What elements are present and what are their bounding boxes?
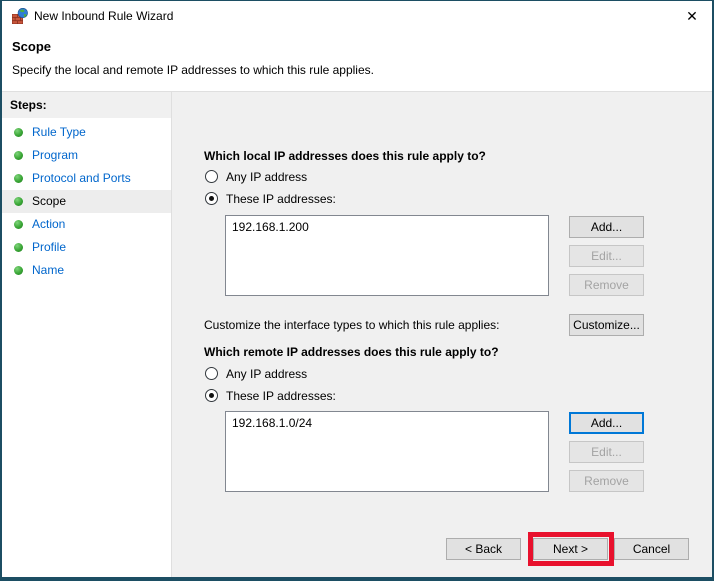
- step-status-icon: [14, 151, 23, 160]
- sidebar-item-label: Action: [32, 217, 65, 231]
- local-remove-button: Remove: [569, 274, 644, 296]
- sidebar-item-scope[interactable]: Scope: [2, 190, 171, 213]
- remote-any-ip-radio[interactable]: Any IP address: [205, 367, 307, 383]
- sidebar-item-protocol-and-ports[interactable]: Protocol and Ports: [2, 167, 171, 190]
- remote-these-ip-label: These IP addresses:: [226, 389, 336, 403]
- sidebar-item-label: Rule Type: [32, 125, 86, 139]
- sidebar-item-label: Name: [32, 263, 64, 277]
- step-status-icon: [14, 128, 23, 137]
- sidebar-item-label: Scope: [32, 194, 66, 208]
- steps-sidebar: Steps: Rule Type Program Protocol and Po…: [2, 92, 172, 577]
- radio-icon[interactable]: [205, 367, 218, 380]
- local-ip-list-item[interactable]: 192.168.1.200: [232, 219, 542, 235]
- radio-icon[interactable]: [205, 170, 218, 183]
- sidebar-item-rule-type[interactable]: Rule Type: [2, 121, 171, 144]
- page-description: Specify the local and remote IP addresse…: [12, 63, 374, 77]
- local-add-button[interactable]: Add...: [569, 216, 644, 238]
- titlebar: New Inbound Rule Wizard ✕: [2, 1, 712, 31]
- step-status-icon: [14, 174, 23, 183]
- sidebar-item-label: Profile: [32, 240, 66, 254]
- next-button[interactable]: Next >: [533, 538, 608, 560]
- steps-heading: Steps:: [2, 92, 171, 118]
- step-status-icon: [14, 243, 23, 252]
- sidebar-item-label: Program: [32, 148, 78, 162]
- page-title: Scope: [12, 39, 51, 54]
- sidebar-item-label: Protocol and Ports: [32, 171, 131, 185]
- close-icon[interactable]: ✕: [680, 5, 704, 27]
- local-ip-question: Which local IP addresses does this rule …: [204, 149, 486, 163]
- remote-remove-button: Remove: [569, 470, 644, 492]
- remote-these-ip-radio[interactable]: These IP addresses:: [205, 389, 336, 405]
- local-these-ip-radio[interactable]: These IP addresses:: [205, 192, 336, 208]
- local-any-ip-radio[interactable]: Any IP address: [205, 170, 307, 186]
- back-button[interactable]: < Back: [446, 538, 521, 560]
- remote-any-ip-label: Any IP address: [226, 367, 307, 381]
- customize-button[interactable]: Customize...: [569, 314, 644, 336]
- remote-ip-listbox[interactable]: 192.168.1.0/24: [225, 411, 549, 492]
- remote-ip-list-item[interactable]: 192.168.1.0/24: [232, 415, 542, 431]
- wizard-header: Scope Specify the local and remote IP ad…: [2, 31, 712, 92]
- sidebar-item-program[interactable]: Program: [2, 144, 171, 167]
- step-status-icon: [14, 197, 23, 206]
- local-ip-listbox[interactable]: 192.168.1.200: [225, 215, 549, 296]
- remote-edit-button: Edit...: [569, 441, 644, 463]
- wizard-window: New Inbound Rule Wizard ✕ Scope Specify …: [0, 0, 714, 581]
- local-edit-button: Edit...: [569, 245, 644, 267]
- cancel-button[interactable]: Cancel: [614, 538, 689, 560]
- radio-checked-icon[interactable]: [205, 192, 218, 205]
- main-panel: Which local IP addresses does this rule …: [172, 92, 712, 577]
- sidebar-item-action[interactable]: Action: [2, 213, 171, 236]
- local-these-ip-label: These IP addresses:: [226, 192, 336, 206]
- local-any-ip-label: Any IP address: [226, 170, 307, 184]
- step-status-icon: [14, 266, 23, 275]
- remote-ip-question: Which remote IP addresses does this rule…: [204, 345, 499, 359]
- window-title: New Inbound Rule Wizard: [34, 1, 173, 31]
- radio-checked-icon[interactable]: [205, 389, 218, 402]
- steps-list: Rule Type Program Protocol and Ports Sco…: [2, 121, 171, 282]
- sidebar-item-profile[interactable]: Profile: [2, 236, 171, 259]
- remote-add-button[interactable]: Add...: [569, 412, 644, 434]
- sidebar-item-name[interactable]: Name: [2, 259, 171, 282]
- step-status-icon: [14, 220, 23, 229]
- customize-interface-label: Customize the interface types to which t…: [204, 318, 499, 332]
- firewall-icon: [12, 8, 28, 24]
